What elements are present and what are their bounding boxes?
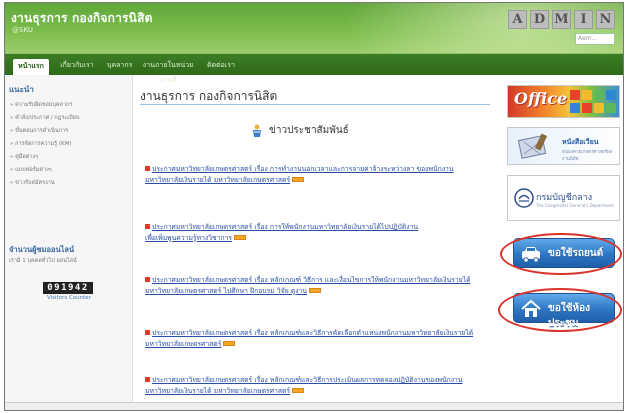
news-item[interactable]: ประกาศมหาวิทยาลัยเกษตรศาสตร์ เรื่อง หลัก… bbox=[145, 375, 490, 396]
news-link[interactable]: มหาวิทยาลัยเงินรายได้ มหาวิทยาลัยเกษตรศา… bbox=[145, 387, 290, 395]
tab-internal-work[interactable]: งานภายในหน่วยงานที่ bbox=[137, 58, 199, 84]
circular-letters-banner[interactable]: หนังสือเวียน หนองคายเกษตรศาสตร์ผลงานนิสิ… bbox=[507, 127, 620, 165]
sidebar-item-km[interactable]: » การจัดการความรู้ (KM) bbox=[10, 140, 71, 148]
sidebar-item-regulations[interactable]: » คำสั่ง/ประกาศ / กฎระเบียบ bbox=[10, 114, 79, 122]
site-subtitle: @SKU bbox=[12, 26, 33, 34]
office-tile-icon bbox=[570, 90, 580, 100]
tab-about[interactable]: เกี่ยวกับเรา bbox=[55, 58, 99, 73]
new-badge-icon bbox=[234, 234, 247, 240]
highlight-circle bbox=[500, 233, 622, 275]
cgd-label: กรมบัญชีกลาง bbox=[536, 193, 593, 203]
news-link[interactable]: ประกาศมหาวิทยาลัยเกษตรศาสตร์ เรื่อง หลัก… bbox=[152, 329, 473, 337]
sidebar-heading: แนะนำ bbox=[9, 85, 34, 94]
office-tile-icon bbox=[582, 103, 592, 113]
news-link[interactable]: มหาวิทยาลัยเกษตรศาสตร์ bbox=[145, 340, 221, 348]
news-link[interactable]: ประกาศมหาวิทยาลัยเกษตรศาสตร์ เรื่อง การท… bbox=[152, 165, 454, 173]
online-count-text: เรามี 1 บุคคลทั่วไป ออนไลน์ bbox=[9, 258, 77, 264]
highlight-circle bbox=[498, 288, 622, 332]
circular-letters-sub: หนองคายเกษตรศาสตร์ผลงานนิสิต bbox=[562, 150, 613, 162]
browser-viewport: งานธุรการ กองกิจการนิสิต @SKU A D M I N … bbox=[4, 2, 624, 411]
tab-home[interactable]: หน้าแรก bbox=[13, 59, 49, 76]
bullet-icon bbox=[145, 330, 150, 335]
cgd-logo-icon bbox=[514, 188, 534, 208]
logo-letter: A bbox=[508, 10, 527, 29]
bullet-icon bbox=[145, 166, 150, 171]
logo-letter: M bbox=[552, 10, 571, 29]
news-item[interactable]: ประกาศมหาวิทยาลัยเกษตรศาสตร์ เรื่อง หลัก… bbox=[145, 275, 490, 296]
logo-letter: D bbox=[530, 10, 549, 29]
bullet-icon bbox=[145, 224, 150, 229]
news-link[interactable]: ประกาศมหาวิทยาลัยเกษตรศาสตร์ เรื่อง หลัก… bbox=[152, 276, 471, 284]
news-item[interactable]: ประกาศมหาวิทยาลัยเกษตรศาสตร์ เรื่อง หลัก… bbox=[145, 328, 490, 349]
sidebar: แนะนำ » ความรับผิดชอบบุคลากร » คำสั่ง/ปร… bbox=[5, 75, 133, 410]
sidebar-item-manuals[interactable]: » คู่มือต่างๆ bbox=[10, 153, 38, 161]
main-nav: หน้าแรก เกี่ยวกับเรา บุคลากร งานภายในหน่… bbox=[5, 53, 623, 84]
office-banner-text: Office bbox=[514, 89, 568, 108]
office-tile-icon bbox=[570, 103, 580, 113]
news-link[interactable]: มหาวิทยาลัยเงินรายได้ มหาวิทยาลัยเกษตรศา… bbox=[145, 176, 290, 184]
sidebar-item-jobs[interactable]: » ข่าวรับสมัครงาน bbox=[10, 179, 55, 187]
admin-logo: A D M I N bbox=[508, 10, 615, 29]
online-heading: จำนวนผู้ชมออนไลน์ bbox=[9, 245, 75, 254]
visitor-counter: 091942 bbox=[43, 282, 93, 294]
office-banner[interactable]: Office bbox=[507, 85, 620, 118]
news-link[interactable]: มหาวิทยาลัยเกษตรศาสตร์ ไปศึกษา ฝึกอบรม ว… bbox=[145, 287, 307, 295]
news-link[interactable]: ประกาศมหาวิทยาลัยเกษตรศาสตร์ เรื่อง การใ… bbox=[152, 223, 418, 231]
cgd-banner[interactable]: กรมบัญชีกลาง The Comptroller General's D… bbox=[507, 175, 620, 221]
title-divider bbox=[140, 104, 490, 105]
logo-letter: N bbox=[596, 10, 615, 29]
sidebar-item-procedures[interactable]: » ขั้นตอนการดำเนินการ bbox=[10, 127, 68, 135]
office-tile-icon bbox=[594, 90, 604, 100]
logo-letter: I bbox=[574, 10, 593, 29]
visitor-counter-label: Visitors Counter bbox=[47, 295, 91, 301]
news-heading: ข่าวประชาสัมพันธ์ bbox=[251, 123, 349, 138]
office-tile-icon bbox=[606, 103, 616, 113]
new-badge-icon bbox=[292, 387, 305, 393]
new-badge-icon bbox=[292, 176, 305, 182]
news-item[interactable]: ประกาศมหาวิทยาลัยเกษตรศาสตร์ เรื่อง การใ… bbox=[145, 222, 490, 243]
news-item[interactable]: ประกาศมหาวิทยาลัยเกษตรศาสตร์ เรื่อง การท… bbox=[145, 164, 490, 185]
bullet-icon bbox=[145, 277, 150, 282]
news-heading-text: ข่าวประชาสัมพันธ์ bbox=[269, 125, 349, 136]
horizontal-scrollbar[interactable] bbox=[5, 402, 623, 410]
news-link[interactable]: ประกาศมหาวิทยาลัยเกษตรศาสตร์ เรื่อง หลัก… bbox=[152, 376, 463, 384]
site-header: งานธุรการ กองกิจการนิสิต @SKU A D M I N … bbox=[5, 3, 623, 53]
tab-staff[interactable]: บุคลากร bbox=[103, 58, 133, 73]
header-search-input[interactable]: Aem... bbox=[575, 33, 615, 45]
office-tile-icon bbox=[594, 103, 604, 113]
office-tile-icon bbox=[582, 90, 592, 100]
sidebar-item-responsibility[interactable]: » ความรับผิดชอบบุคลากร bbox=[10, 101, 72, 109]
new-badge-icon bbox=[223, 340, 236, 346]
bullet-icon bbox=[145, 377, 150, 382]
megaphone-icon bbox=[253, 124, 261, 137]
circular-letters-label: หนังสือเวียน bbox=[562, 138, 599, 146]
stamp-icon bbox=[517, 133, 548, 159]
tab-contact[interactable]: ติดต่อเรา bbox=[203, 58, 239, 73]
sidebar-item-forms[interactable]: » แบบฟอร์มต่างๆ bbox=[10, 166, 52, 174]
new-badge-icon bbox=[309, 287, 322, 293]
office-tile-icon bbox=[606, 90, 616, 100]
cgd-sub: The Comptroller General's Department bbox=[536, 203, 614, 208]
news-link[interactable]: เพื่อเพิ่มพูนความรู้ทางวิชาการ bbox=[145, 234, 232, 242]
